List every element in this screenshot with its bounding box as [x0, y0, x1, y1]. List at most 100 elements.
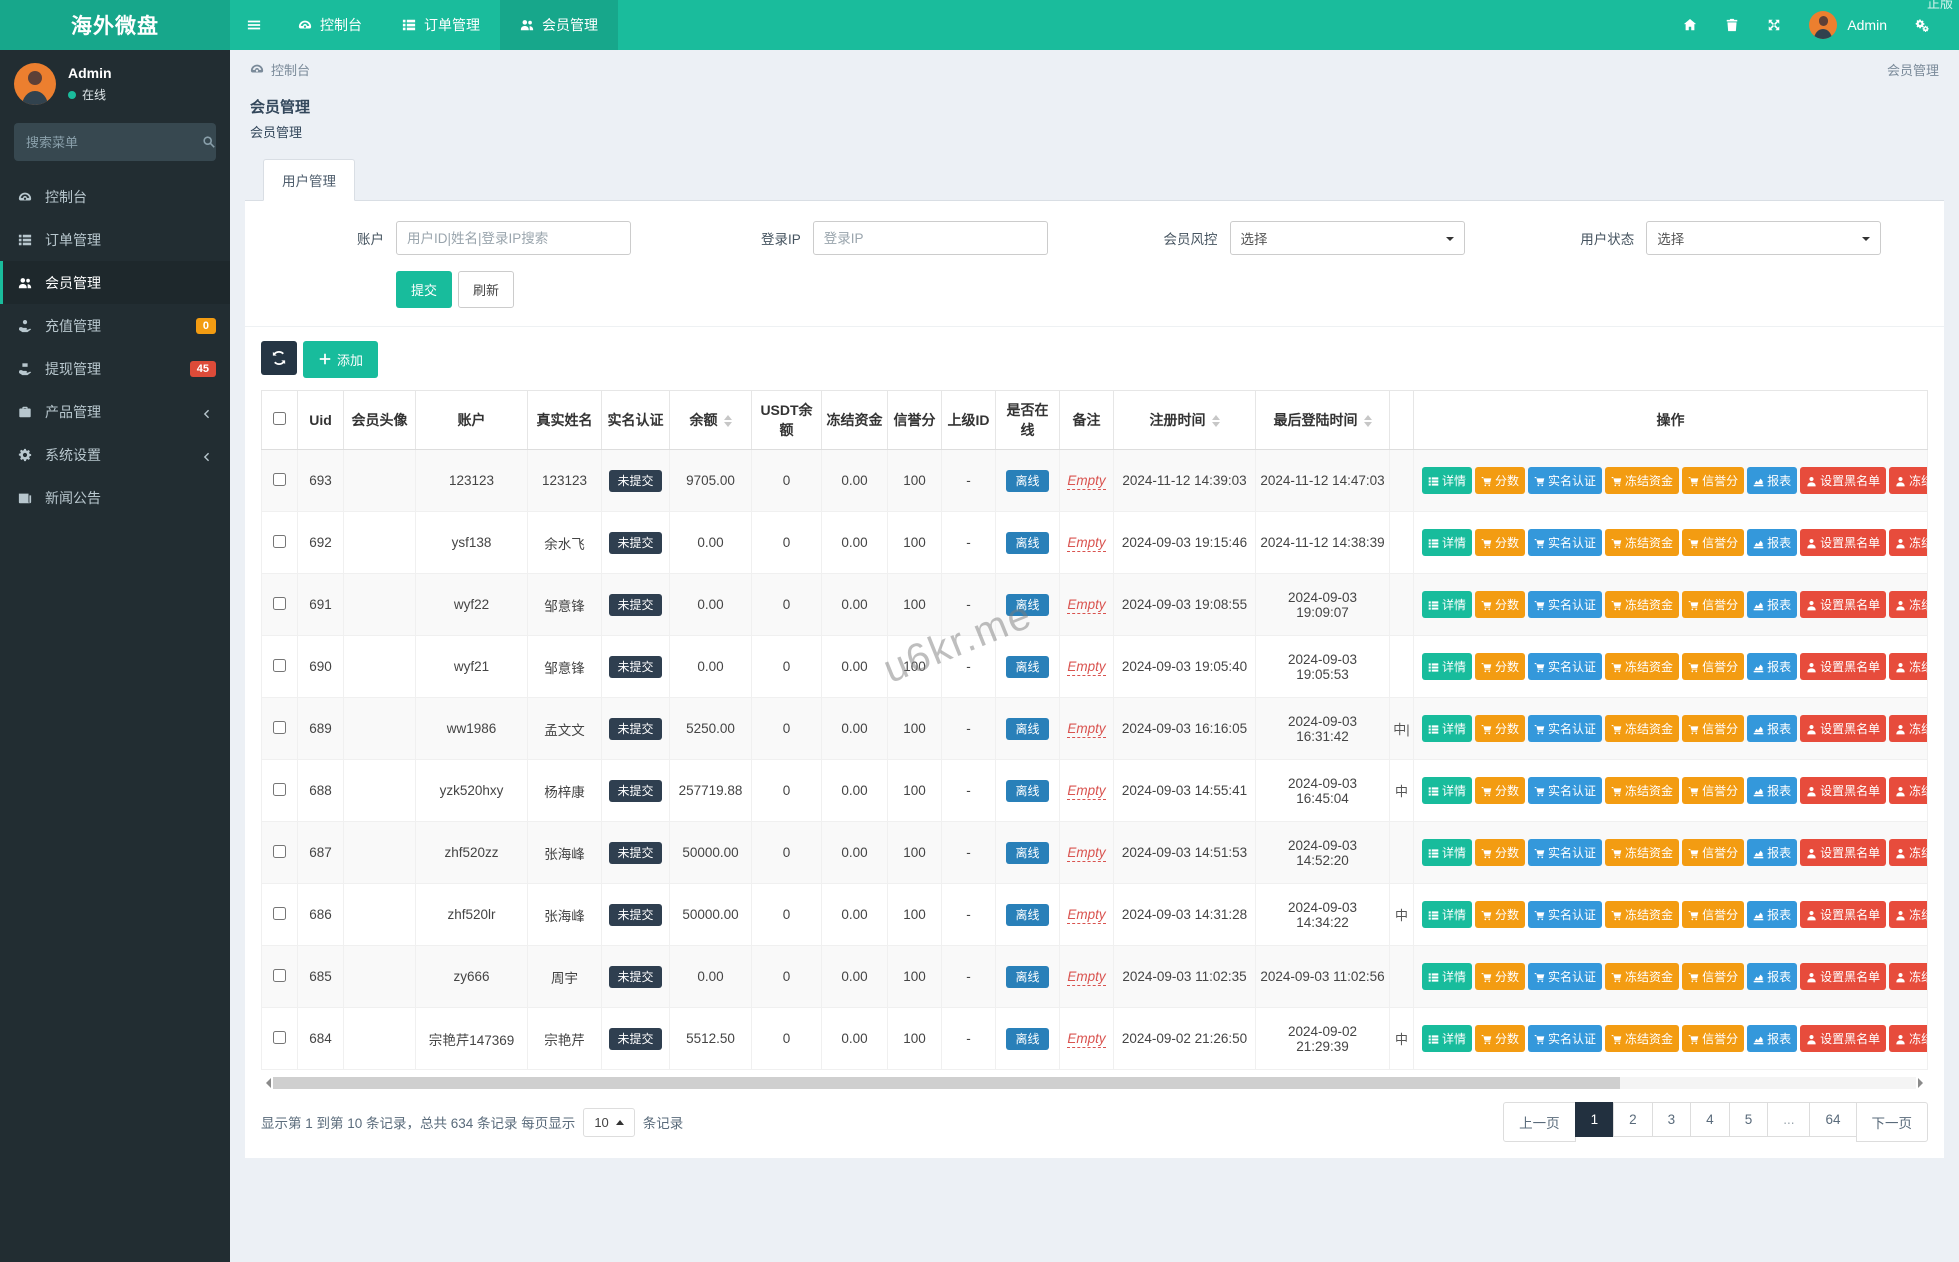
sidebar-item[interactable]: 新闻公告	[0, 476, 230, 519]
blacklist-button[interactable]: 设置黑名单	[1800, 715, 1887, 742]
freeze-button[interactable]: 冻结	[1889, 715, 1927, 742]
detail-button[interactable]: 详情	[1422, 529, 1473, 556]
user-menu[interactable]: Admin	[1809, 11, 1887, 39]
score-button[interactable]: 分数	[1475, 777, 1526, 804]
freeze-funds-button[interactable]: 冻结资金	[1605, 839, 1680, 866]
sidebar-item[interactable]: 提现管理 45	[0, 347, 230, 390]
freeze-button[interactable]: 冻结	[1889, 467, 1927, 494]
remark-link[interactable]: Empty	[1067, 969, 1106, 986]
freeze-button[interactable]: 冻结	[1889, 963, 1927, 990]
pagination-link[interactable]: 下一页	[1855, 1102, 1928, 1142]
score-button[interactable]: 分数	[1475, 467, 1526, 494]
gears-icon[interactable]	[1915, 17, 1929, 33]
blacklist-button[interactable]: 设置黑名单	[1800, 777, 1887, 804]
freeze-funds-button[interactable]: 冻结资金	[1605, 963, 1680, 990]
blacklist-button[interactable]: 设置黑名单	[1800, 591, 1887, 618]
remark-link[interactable]: Empty	[1067, 597, 1106, 614]
realname-verify-button[interactable]: 实名认证	[1528, 653, 1603, 680]
blacklist-button[interactable]: 设置黑名单	[1800, 653, 1887, 680]
row-checkbox[interactable]	[273, 968, 286, 982]
credit-score-button[interactable]: 信誉分	[1682, 591, 1745, 618]
detail-button[interactable]: 详情	[1422, 901, 1473, 928]
home-icon[interactable]	[1683, 17, 1697, 33]
pagination-link[interactable]: 上一页	[1503, 1102, 1576, 1142]
refresh-form-button[interactable]: 刷新	[458, 271, 515, 308]
tab-user-management[interactable]: 用户管理	[263, 159, 355, 201]
sortable-column-header[interactable]: 余额	[669, 390, 752, 450]
score-button[interactable]: 分数	[1475, 653, 1526, 680]
credit-score-button[interactable]: 信誉分	[1682, 529, 1745, 556]
credit-score-button[interactable]: 信誉分	[1682, 963, 1745, 990]
row-checkbox[interactable]	[273, 472, 286, 486]
remark-link[interactable]: Empty	[1067, 659, 1106, 676]
credit-score-button[interactable]: 信誉分	[1682, 467, 1745, 494]
fullscreen-icon[interactable]	[1767, 17, 1781, 33]
scrollbar-track[interactable]	[273, 1077, 1916, 1089]
nav-item[interactable]: 控制台	[278, 0, 382, 50]
per-page-select[interactable]: 10	[583, 1107, 635, 1137]
score-button[interactable]: 分数	[1475, 529, 1526, 556]
submit-button[interactable]: 提交	[396, 271, 453, 308]
realname-verify-button[interactable]: 实名认证	[1528, 777, 1603, 804]
row-checkbox[interactable]	[273, 782, 286, 796]
remark-link[interactable]: Empty	[1067, 907, 1106, 924]
sidebar-item[interactable]: 订单管理	[0, 218, 230, 261]
score-button[interactable]: 分数	[1475, 839, 1526, 866]
freeze-funds-button[interactable]: 冻结资金	[1605, 715, 1680, 742]
detail-button[interactable]: 详情	[1422, 777, 1473, 804]
freeze-funds-button[interactable]: 冻结资金	[1605, 901, 1680, 928]
realname-verify-button[interactable]: 实名认证	[1528, 839, 1603, 866]
report-button[interactable]: 报表	[1747, 591, 1798, 618]
row-checkbox[interactable]	[273, 534, 286, 548]
detail-button[interactable]: 详情	[1422, 715, 1473, 742]
remark-link[interactable]: Empty	[1067, 783, 1106, 800]
blacklist-button[interactable]: 设置黑名单	[1800, 901, 1887, 928]
realname-verify-button[interactable]: 实名认证	[1528, 901, 1603, 928]
risk-select[interactable]: 选择	[1229, 221, 1465, 255]
sidebar-item[interactable]: 会员管理	[0, 261, 230, 304]
scroll-left-icon[interactable]	[261, 1078, 271, 1088]
pagination-link[interactable]: 4	[1690, 1102, 1730, 1137]
freeze-funds-button[interactable]: 冻结资金	[1605, 653, 1680, 680]
credit-score-button[interactable]: 信誉分	[1682, 715, 1745, 742]
scroll-right-icon[interactable]	[1918, 1078, 1928, 1088]
score-button[interactable]: 分数	[1475, 1025, 1526, 1052]
blacklist-button[interactable]: 设置黑名单	[1800, 839, 1887, 866]
score-button[interactable]: 分数	[1475, 591, 1526, 618]
sidebar-toggle-button[interactable]	[230, 0, 278, 50]
row-checkbox[interactable]	[273, 596, 286, 610]
brand-logo[interactable]: 海外微盘	[0, 0, 230, 50]
pagination-link[interactable]: 2	[1613, 1102, 1653, 1137]
remark-link[interactable]: Empty	[1067, 473, 1106, 490]
scrollbar-thumb[interactable]	[273, 1077, 1621, 1089]
report-button[interactable]: 报表	[1747, 963, 1798, 990]
login-ip-input[interactable]	[812, 221, 1048, 255]
credit-score-button[interactable]: 信誉分	[1682, 901, 1745, 928]
detail-button[interactable]: 详情	[1422, 963, 1473, 990]
freeze-button[interactable]: 冻结	[1889, 777, 1927, 804]
refresh-table-button[interactable]	[261, 341, 297, 375]
detail-button[interactable]: 详情	[1422, 1025, 1473, 1052]
realname-verify-button[interactable]: 实名认证	[1528, 1025, 1603, 1052]
realname-verify-button[interactable]: 实名认证	[1528, 591, 1603, 618]
blacklist-button[interactable]: 设置黑名单	[1800, 1025, 1887, 1052]
row-checkbox[interactable]	[273, 720, 286, 734]
remark-link[interactable]: Empty	[1067, 535, 1106, 552]
add-button[interactable]: 添加	[303, 341, 379, 378]
blacklist-button[interactable]: 设置黑名单	[1800, 963, 1887, 990]
remark-link[interactable]: Empty	[1067, 721, 1106, 738]
menu-search-input[interactable]	[26, 134, 202, 150]
breadcrumb-left[interactable]: 控制台	[271, 60, 310, 79]
pagination-link[interactable]: 64	[1809, 1102, 1857, 1137]
pagination-link[interactable]: 3	[1651, 1102, 1692, 1137]
credit-score-button[interactable]: 信誉分	[1682, 839, 1745, 866]
realname-verify-button[interactable]: 实名认证	[1528, 715, 1603, 742]
report-button[interactable]: 报表	[1747, 839, 1798, 866]
realname-verify-button[interactable]: 实名认证	[1528, 529, 1603, 556]
report-button[interactable]: 报表	[1747, 901, 1798, 928]
report-button[interactable]: 报表	[1747, 1025, 1798, 1052]
nav-item[interactable]: 订单管理	[382, 0, 500, 50]
pagination-link[interactable]: 1	[1574, 1102, 1615, 1137]
report-button[interactable]: 报表	[1747, 653, 1798, 680]
remark-link[interactable]: Empty	[1067, 1031, 1106, 1048]
